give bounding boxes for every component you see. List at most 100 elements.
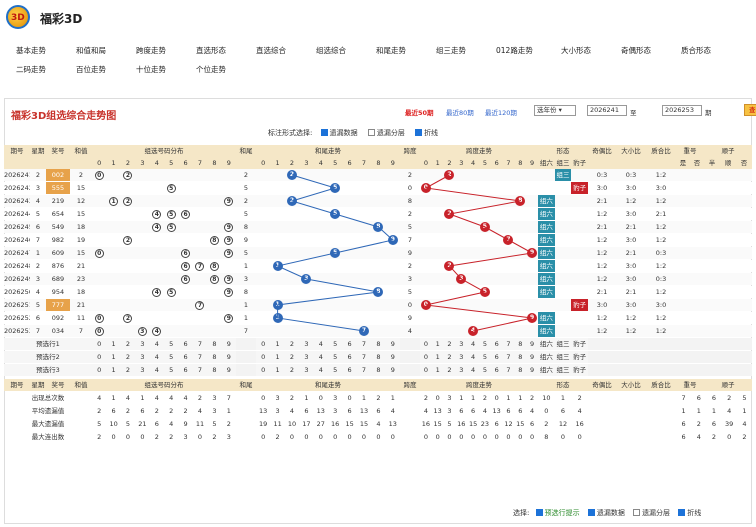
footer-option-line[interactable]: 折线 (678, 509, 701, 517)
preview-digit[interactable]: 1 (270, 351, 285, 363)
preview-digit[interactable]: 7 (192, 364, 208, 376)
preview-digit[interactable]: 1 (270, 338, 285, 350)
preview-form[interactable]: 组六 (538, 338, 555, 350)
preview-digit[interactable]: 4 (149, 338, 164, 350)
preview-digit[interactable]: 9 (385, 351, 400, 363)
preview-digit[interactable]: 6 (490, 364, 503, 376)
preview-digit[interactable]: 8 (514, 351, 527, 363)
preview-digit[interactable]: 2 (443, 351, 456, 363)
preview-digit[interactable]: 1 (431, 364, 444, 376)
preview-digit[interactable]: 7 (356, 351, 372, 363)
preview-digit[interactable]: 5 (479, 351, 491, 363)
preview-digit[interactable]: 0 (92, 338, 107, 350)
nav-item[interactable]: 组选综合 (316, 45, 346, 56)
preview-form[interactable]: 组三 (554, 351, 572, 363)
preview-digit[interactable]: 2 (284, 351, 300, 363)
preview-digit[interactable]: 5 (164, 364, 179, 376)
preview-form[interactable]: 豹子 (571, 338, 588, 350)
preview-label[interactable]: 预选行1 (4, 338, 92, 350)
nav-item[interactable]: 直选综合 (256, 45, 286, 56)
preview-digit[interactable]: 8 (371, 364, 386, 376)
query-button[interactable]: 查看 (744, 104, 756, 116)
preview-digit[interactable]: 5 (328, 364, 343, 376)
preview-form[interactable]: 组三 (554, 338, 572, 350)
period-link-120[interactable]: 最近120期 (485, 107, 517, 117)
preview-digit[interactable]: 3 (135, 364, 150, 376)
nav-item[interactable]: 012路走势 (496, 45, 533, 56)
nav-item[interactable]: 基本走势 (16, 45, 46, 56)
preview-digit[interactable]: 9 (526, 351, 538, 363)
nav-item[interactable]: 和值和局 (76, 45, 106, 56)
preview-digit[interactable]: 9 (221, 364, 236, 376)
preview-digit[interactable]: 7 (192, 338, 208, 350)
preview-digit[interactable]: 9 (221, 338, 236, 350)
preview-digit[interactable]: 5 (479, 338, 491, 350)
nav-item[interactable]: 大小形态 (561, 45, 591, 56)
preview-digit[interactable]: 2 (284, 364, 300, 376)
preview-digit[interactable]: 2 (443, 364, 456, 376)
preview-form[interactable]: 组六 (538, 351, 555, 363)
period-link-80[interactable]: 最近80期 (446, 107, 474, 117)
preview-digit[interactable]: 8 (371, 351, 386, 363)
nav-item[interactable]: 和尾走势 (376, 45, 406, 56)
preview-digit[interactable]: 6 (178, 351, 193, 363)
preview-digit[interactable]: 3 (135, 338, 150, 350)
nav-item[interactable]: 奇偶形态 (621, 45, 651, 56)
preview-digit[interactable]: 3 (135, 351, 150, 363)
preview-digit[interactable]: 3 (455, 364, 468, 376)
preview-digit[interactable]: 5 (164, 338, 179, 350)
preview-digit[interactable]: 7 (502, 338, 515, 350)
preview-digit[interactable]: 6 (490, 351, 503, 363)
preview-digit[interactable]: 3 (299, 338, 314, 350)
preview-digit[interactable]: 4 (149, 351, 164, 363)
preview-digit[interactable]: 6 (178, 364, 193, 376)
preview-digit[interactable]: 9 (526, 364, 538, 376)
preview-digit[interactable]: 1 (431, 338, 444, 350)
checkbox-icon[interactable] (367, 129, 375, 136)
preview-label[interactable]: 预选行2 (4, 351, 92, 363)
preview-digit[interactable]: 0 (256, 351, 271, 363)
nav-item[interactable]: 百位走势 (76, 64, 106, 75)
preview-digit[interactable]: 3 (455, 351, 468, 363)
preview-digit[interactable]: 6 (490, 338, 503, 350)
preview-digit[interactable]: 8 (371, 338, 386, 350)
preview-digit[interactable]: 8 (514, 364, 527, 376)
option-polyline[interactable]: 折线 (415, 129, 438, 137)
preview-digit[interactable]: 7 (356, 364, 372, 376)
preview-digit[interactable]: 4 (467, 338, 479, 350)
preview-digit[interactable]: 8 (207, 364, 222, 376)
preview-form[interactable]: 豹子 (571, 351, 588, 363)
preview-digit[interactable]: 1 (106, 338, 121, 350)
footer-option-hint[interactable]: 预选行提示 (535, 509, 580, 517)
footer-option-layer[interactable]: 遗漏分层 (633, 509, 670, 517)
preview-digit[interactable]: 7 (192, 351, 208, 363)
preview-digit[interactable]: 0 (92, 364, 107, 376)
preview-digit[interactable]: 3 (299, 351, 314, 363)
preview-digit[interactable]: 1 (431, 351, 444, 363)
preview-digit[interactable]: 4 (149, 364, 164, 376)
preview-digit[interactable]: 4 (313, 351, 328, 363)
preview-form[interactable]: 豹子 (571, 364, 588, 376)
preview-digit[interactable]: 4 (467, 351, 479, 363)
preview-digit[interactable]: 5 (328, 351, 343, 363)
checkbox-icon[interactable] (415, 129, 423, 136)
checkbox-icon[interactable] (320, 129, 328, 136)
preview-digit[interactable]: 9 (385, 338, 400, 350)
preview-digit[interactable]: 0 (420, 364, 432, 376)
preview-digit[interactable]: 6 (342, 338, 357, 350)
nav-item[interactable]: 二码走势 (16, 64, 46, 75)
preview-digit[interactable]: 0 (256, 338, 271, 350)
preview-digit[interactable]: 1 (270, 364, 285, 376)
preview-digit[interactable]: 1 (106, 351, 121, 363)
preview-digit[interactable]: 2 (284, 338, 300, 350)
preview-digit[interactable]: 1 (106, 364, 121, 376)
preview-digit[interactable]: 7 (502, 364, 515, 376)
preview-digit[interactable]: 2 (120, 351, 136, 363)
nav-item[interactable]: 跨度走势 (136, 45, 166, 56)
option-missing-data[interactable]: 遗漏数据 (320, 129, 358, 137)
footer-option-missing[interactable]: 遗漏数据 (587, 509, 625, 517)
preview-digit[interactable]: 0 (92, 351, 107, 363)
nav-item[interactable]: 质合形态 (681, 45, 711, 56)
preview-digit[interactable]: 6 (342, 364, 357, 376)
preview-digit[interactable]: 3 (455, 338, 468, 350)
